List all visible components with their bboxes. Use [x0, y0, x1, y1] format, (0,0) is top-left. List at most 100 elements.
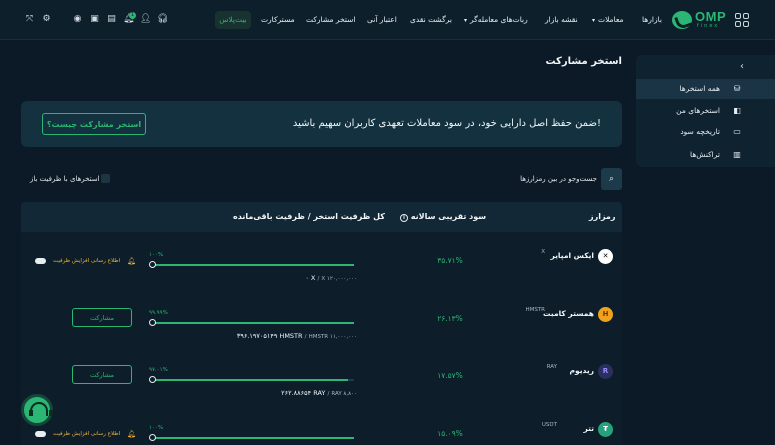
- brand-logo[interactable]: OMP finex: [672, 9, 727, 31]
- search-icon[interactable]: ⌕: [601, 168, 622, 190]
- total-capacity: RAY ۸,۸۰۰: [331, 391, 357, 397]
- nav-trading-bots-label: ربات‌های معامله‌گر: [470, 15, 528, 24]
- coin-name: همستر کامبت: [542, 309, 594, 318]
- nav-markets[interactable]: بازارها: [642, 15, 662, 27]
- banner-text: ضمن حفظ اصل دارایی خود، در سود معاملات ت…: [292, 118, 601, 129]
- nav-trading-bots[interactable]: ▾ ربات‌های معامله‌گر: [464, 15, 528, 27]
- capacity-separator: /: [304, 334, 307, 340]
- open-capacity-checkbox[interactable]: [101, 174, 110, 183]
- coin-symbol: X: [541, 249, 545, 255]
- notify-toggle[interactable]: [35, 258, 46, 264]
- capacity-progress-fill: [152, 264, 354, 266]
- open-capacity-label: استخرهای با ظرفیت باز: [30, 175, 100, 183]
- capacity-progress-fill: [152, 379, 348, 381]
- user-icon[interactable]: 👤︎: [140, 14, 151, 25]
- sidebar-item-profit-history[interactable]: ▭ تاریخچه سود: [636, 122, 775, 142]
- nav-bitplus[interactable]: بیت‌پلاس: [215, 11, 251, 29]
- nav-trades[interactable]: ▾ معاملات: [592, 15, 624, 27]
- progress-handle: [149, 261, 156, 268]
- nav-mastercard-label: مسترکارت: [261, 15, 295, 24]
- capacity-progress-bar: [149, 376, 354, 383]
- total-capacity: HMSTR ۱۱,۰۰۰,۰۰۰: [308, 334, 357, 340]
- page-title: استخر مشارکت: [545, 56, 622, 67]
- progress-percent: ۹۹.۹۹%: [149, 310, 168, 316]
- remaining-capacity: ۳۹۶.۱۹۷۰۵۱۴۹ HMSTR: [236, 332, 303, 340]
- sidebar-item-label: تراکنش‌ها: [690, 150, 720, 159]
- capacity-separator: /: [327, 391, 330, 397]
- capacity-progress-bar: [149, 261, 354, 268]
- coins-icon: ⛁: [733, 84, 741, 93]
- sidebar-item-transactions[interactable]: ▥ تراکنش‌ها: [636, 145, 775, 165]
- search-input[interactable]: [430, 168, 601, 190]
- progress-handle: [149, 319, 156, 326]
- document-icon[interactable]: ▤: [106, 14, 117, 25]
- chevron-left-icon[interactable]: ‹: [740, 61, 750, 73]
- notify-toggle[interactable]: [35, 431, 46, 437]
- coin-logo-icon: ₮: [598, 422, 613, 437]
- expand-icon[interactable]: ⤧: [24, 14, 35, 25]
- nav-market-map[interactable]: نقشه بازار: [545, 15, 578, 27]
- nav-instant-credit-label: اعتبار آنی: [367, 15, 397, 24]
- apr-value: ۱۷.۵۷%: [437, 371, 463, 380]
- progress-percent: ۱۰۰%: [149, 425, 164, 431]
- nav-cashback-label: برگشت نقدی: [410, 15, 452, 24]
- nav-markets-label: بازارها: [642, 15, 662, 24]
- brand-logo-icon: [672, 11, 692, 29]
- chevron-down-icon: ▾: [592, 17, 596, 24]
- remaining-capacity: ۰ X: [305, 274, 316, 282]
- top-navbar: OMP finex بازارها ▾ معاملات نقشه بازار ▾ ر…: [0, 0, 775, 40]
- bell-icon: 🔔︎: [127, 257, 136, 265]
- brand-subname: finex: [697, 23, 720, 29]
- progress-handle: [149, 434, 156, 441]
- notify-capacity-link[interactable]: اطلاع رسانی افزایش ظرفیت: [53, 258, 120, 264]
- notify-capacity-link[interactable]: اطلاع رسانی افزایش ظرفیت: [53, 431, 120, 437]
- nav-instant-credit[interactable]: اعتبار آنی: [367, 15, 397, 27]
- nav-staking-pool[interactable]: استخر مشارکت: [306, 15, 356, 27]
- capacity-separator: /: [317, 276, 320, 282]
- nav-trades-label: معاملات: [598, 15, 624, 24]
- wallet-icon[interactable]: ▣: [89, 14, 100, 25]
- stake-button[interactable]: مشارکت: [72, 365, 132, 384]
- sidebar-item-label: تاریخچه سود: [680, 127, 720, 136]
- apr-value: ۱۵.۰۹%: [437, 429, 463, 438]
- header-apr-label: سود تقریبی سالانه: [410, 212, 487, 221]
- total-capacity: X ۱۲۰,۰۰۰,۰۰۰: [321, 276, 357, 282]
- sidebar-item-all-pools[interactable]: ⛁ همه استخرها: [636, 79, 775, 99]
- box-icon: ◧: [733, 106, 741, 115]
- capacity-progress-bar: [149, 434, 354, 441]
- notification-badge: 1: [129, 12, 136, 19]
- stake-button[interactable]: مشارکت: [72, 308, 132, 327]
- header-apr: i سود تقریبی سالانه: [398, 212, 486, 222]
- coin-logo-icon: ✕: [598, 249, 613, 264]
- support-chat-button[interactable]: [21, 394, 53, 426]
- coin-name: ایکس امپایر: [550, 251, 594, 260]
- info-icon[interactable]: i: [400, 214, 408, 222]
- nav-market-map-label: نقشه بازار: [545, 15, 578, 24]
- coin-logo-icon: H: [598, 307, 613, 322]
- nav-cashback[interactable]: برگشت نقدی: [410, 15, 452, 27]
- sidebar-item-my-pools[interactable]: ◧ استخرهای من: [636, 101, 775, 121]
- remaining-capacity: ۲۶۲.۸۸۶۵۴ RAY: [281, 389, 326, 397]
- capacity-progress-bar: [149, 319, 354, 326]
- dashboard-icon[interactable]: ◉: [72, 14, 83, 25]
- coin-name: ریدیوم: [569, 366, 594, 375]
- progress-percent: ۱۰۰%: [149, 252, 164, 258]
- gear-icon[interactable]: ⚙: [41, 14, 52, 25]
- coin-symbol: USDT: [541, 422, 557, 428]
- headset-icon[interactable]: 🎧︎: [157, 14, 168, 25]
- brand-name: OMP: [695, 9, 727, 24]
- capacity-text: ۰ X / X ۱۲۰,۰۰۰,۰۰۰: [200, 274, 357, 282]
- coin-symbol: HMSTR: [525, 307, 545, 313]
- what-is-pool-button[interactable]: استخر مشارکت چیست؟: [42, 113, 146, 135]
- coin-name: تتر: [583, 424, 594, 433]
- coin-symbol: RAY: [546, 364, 557, 370]
- sidebar-item-label: همه استخرها: [679, 84, 720, 93]
- apr-value: ۳۵.۷۱%: [437, 256, 463, 265]
- trash-icon: ▥: [733, 150, 741, 159]
- capacity-progress-fill: [152, 437, 354, 439]
- header-capacity: کل ظرفیت استخر / ظرفیت باقی‌مانده: [233, 212, 385, 221]
- apps-grid-icon[interactable]: [735, 13, 749, 27]
- nav-mastercard[interactable]: مسترکارت: [261, 15, 295, 27]
- capacity-text: ۲۶۲.۸۸۶۵۴ RAY / RAY ۸,۸۰۰: [200, 389, 357, 397]
- progress-handle: [149, 376, 156, 383]
